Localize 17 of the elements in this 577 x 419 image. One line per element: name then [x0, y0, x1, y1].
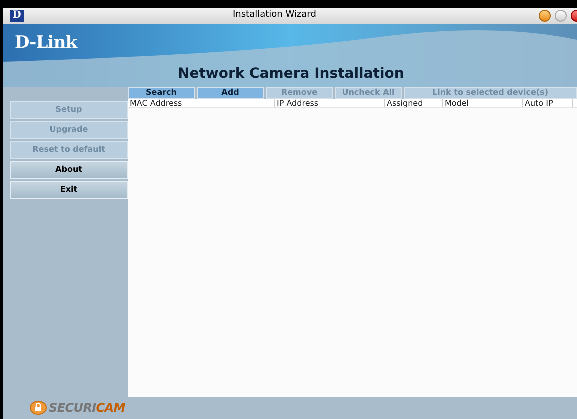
window-title: Installation Wizard [233, 9, 316, 22]
brand-logo: D-Link [15, 32, 78, 55]
maximize-button[interactable] [555, 10, 567, 22]
sidebar-button[interactable]: Exit [10, 181, 128, 199]
column-header[interactable]: IP Address [275, 99, 385, 107]
header-title: Network Camera Installation [178, 65, 404, 84]
column-header[interactable]: Assigned [385, 99, 443, 107]
sidebar-button[interactable]: About [10, 161, 128, 179]
app-icon: D [10, 10, 24, 22]
column-header[interactable]: MAC Address [128, 99, 275, 107]
lock-icon [30, 401, 47, 415]
toolbar-button[interactable]: Search [128, 87, 195, 99]
toolbar-button[interactable]: Add [197, 87, 264, 99]
column-header[interactable]: Auto IP [523, 99, 573, 107]
minimize-button[interactable] [539, 10, 551, 22]
column-header[interactable]: Model [443, 99, 523, 107]
securicam-logo: SECURICAM [49, 400, 126, 417]
